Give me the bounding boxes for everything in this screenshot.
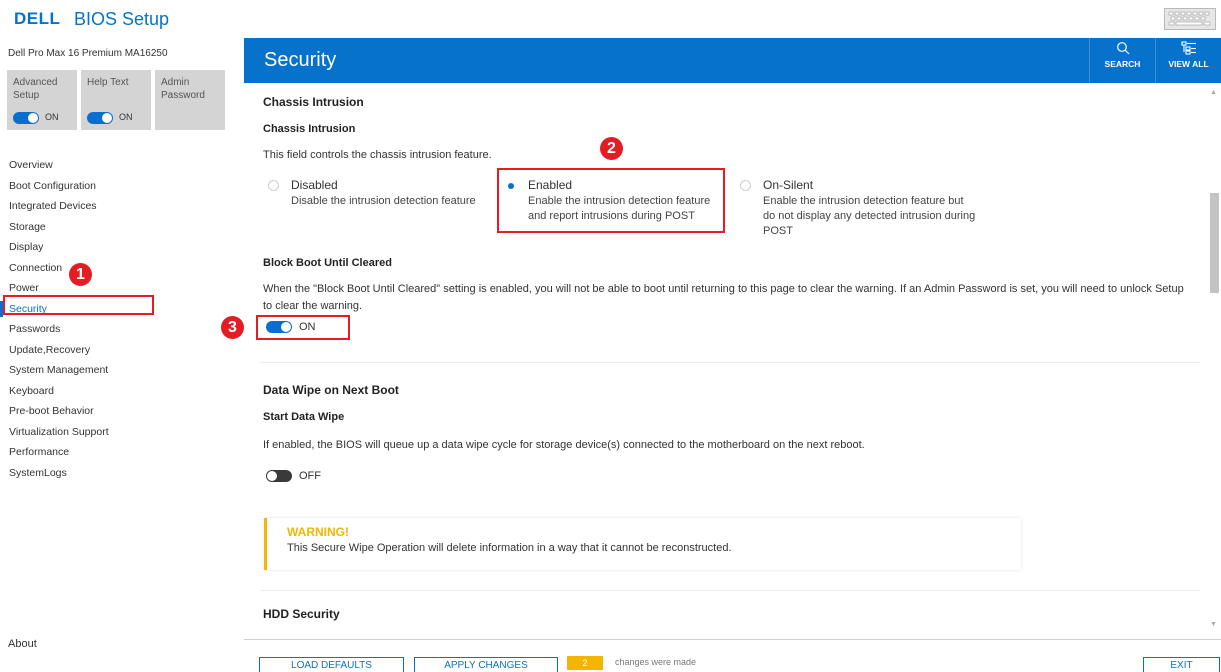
- option-disabled[interactable]: Disabled Disable the intrusion detection…: [268, 177, 498, 237]
- view-all-button[interactable]: VIEW ALL: [1155, 38, 1221, 83]
- search-button[interactable]: SEARCH: [1089, 38, 1155, 83]
- section-divider: [260, 590, 1200, 591]
- sidebar-item-keyboard[interactable]: Keyboard: [0, 381, 244, 402]
- sidebar-item-overview[interactable]: Overview: [0, 155, 244, 176]
- annotation-box-security: [3, 295, 154, 315]
- sidebar-item-system-management[interactable]: System Management: [0, 360, 244, 381]
- admin-password-card[interactable]: Admin Password: [155, 70, 225, 130]
- block-boot-title: Block Boot Until Cleared: [263, 257, 392, 269]
- toggle-state: OFF: [299, 470, 321, 482]
- sidebar-item-performance[interactable]: Performance: [0, 442, 244, 463]
- help-text-toggle[interactable]: ON: [87, 111, 133, 124]
- advanced-setup-toggle[interactable]: ON: [13, 111, 59, 124]
- exit-button[interactable]: EXIT: [1143, 657, 1220, 672]
- sidebar: Dell Pro Max 16 Premium MA16250 Advanced…: [0, 38, 244, 672]
- footer-bar: LOAD DEFAULTS APPLY CHANGES 2 changes we…: [244, 639, 1221, 672]
- sidebar-item-integrated-devices[interactable]: Integrated Devices: [0, 196, 244, 217]
- changes-status-text: changes were made: [615, 657, 697, 667]
- block-boot-description: When the "Block Boot Until Cleared" sett…: [263, 283, 1184, 295]
- toggle-state: ON: [119, 112, 133, 122]
- hdd-security-title: HDD Security: [263, 607, 340, 621]
- annotation-number-2: 2: [600, 137, 623, 160]
- data-wipe-description: If enabled, the BIOS will queue up a dat…: [263, 439, 865, 451]
- option-disabled-title: Disabled: [291, 178, 338, 192]
- sidebar-item-storage[interactable]: Storage: [0, 217, 244, 238]
- dell-logo: DELL: [14, 9, 61, 28]
- annotation-number-1: 1: [69, 263, 92, 286]
- sidebar-item-system-logs[interactable]: SystemLogs: [0, 463, 244, 484]
- toggle-switch[interactable]: [87, 111, 113, 124]
- keyboard-icon[interactable]: [1164, 8, 1216, 30]
- scroll-thumb[interactable]: [1210, 193, 1219, 293]
- sidebar-item-virtualization-support[interactable]: Virtualization Support: [0, 422, 244, 443]
- option-on-silent-title: On-Silent: [763, 178, 814, 192]
- main-content: Chassis Intrusion Chassis Intrusion This…: [244, 83, 1221, 639]
- device-model: Dell Pro Max 16 Premium MA16250: [8, 48, 168, 59]
- sidebar-nav: Overview Boot Configuration Integrated D…: [0, 155, 244, 483]
- sidebar-item-passwords[interactable]: Passwords: [0, 319, 244, 340]
- app-title: BIOS Setup: [74, 9, 170, 29]
- warning-title: WARNING!: [287, 525, 349, 539]
- admin-password-label: Admin Password: [161, 77, 205, 101]
- help-text-card[interactable]: Help Text ON: [81, 70, 151, 130]
- scroll-up-icon[interactable]: ▲: [1210, 89, 1217, 96]
- sidebar-item-pre-boot-behavior[interactable]: Pre-boot Behavior: [0, 401, 244, 422]
- annotation-number-3: 3: [221, 316, 244, 339]
- annotation-box-enabled: [497, 168, 725, 233]
- radio-disabled[interactable]: [268, 180, 279, 191]
- view-all-icon: [1180, 41, 1196, 55]
- top-bar: DELL BIOS Setup: [0, 0, 1221, 38]
- data-wipe-field-title: Start Data Wipe: [263, 411, 345, 423]
- content-scrollbar[interactable]: ▲ ▼: [1207, 83, 1221, 639]
- toggle-state: ON: [45, 112, 59, 122]
- search-label: SEARCH: [1104, 59, 1141, 69]
- sidebar-item-display[interactable]: Display: [0, 237, 244, 258]
- warning-box: WARNING! This Secure Wipe Operation will…: [264, 518, 1021, 570]
- chassis-section-title: Chassis Intrusion: [263, 95, 364, 109]
- annotation-box-toggle: [256, 315, 350, 340]
- advanced-setup-label: Advanced Setup: [13, 77, 58, 101]
- chassis-field-title: Chassis Intrusion: [263, 123, 356, 135]
- about-link[interactable]: About: [8, 638, 37, 650]
- data-wipe-section-title: Data Wipe on Next Boot: [263, 383, 399, 397]
- toggle-switch[interactable]: [266, 470, 292, 482]
- help-text-label: Help Text: [87, 77, 129, 88]
- load-defaults-button[interactable]: LOAD DEFAULTS: [259, 657, 404, 672]
- sidebar-item-boot-configuration[interactable]: Boot Configuration: [0, 176, 244, 197]
- sidebar-item-update-recovery[interactable]: Update,Recovery: [0, 340, 244, 361]
- search-icon: [1116, 42, 1129, 55]
- chassis-description: This field controls the chassis intrusio…: [263, 149, 492, 161]
- apply-changes-button[interactable]: APPLY CHANGES: [414, 657, 558, 672]
- view-all-label: VIEW ALL: [1168, 59, 1209, 69]
- data-wipe-toggle[interactable]: OFF: [266, 470, 321, 482]
- option-on-silent-desc: Enable the intrusion detection feature b…: [763, 195, 976, 237]
- option-on-silent[interactable]: On-Silent Enable the intrusion detection…: [740, 177, 980, 247]
- toggle-switch[interactable]: [13, 111, 39, 124]
- block-boot-description-cont: to clear the warning.: [263, 300, 363, 312]
- page-header: Security SEARCH VIEW ALL: [244, 38, 1221, 83]
- page-title: Security: [264, 49, 337, 71]
- changes-count-badge: 2: [567, 656, 603, 670]
- radio-on-silent[interactable]: [740, 180, 751, 191]
- warning-text: This Secure Wipe Operation will delete i…: [287, 542, 732, 554]
- option-disabled-desc: Disable the intrusion detection feature: [291, 195, 476, 207]
- sidebar-item-connection[interactable]: Connection: [0, 258, 244, 279]
- scroll-down-icon[interactable]: ▼: [1210, 621, 1217, 628]
- section-divider: [260, 362, 1200, 363]
- advanced-setup-card[interactable]: Advanced Setup ON: [7, 70, 77, 130]
